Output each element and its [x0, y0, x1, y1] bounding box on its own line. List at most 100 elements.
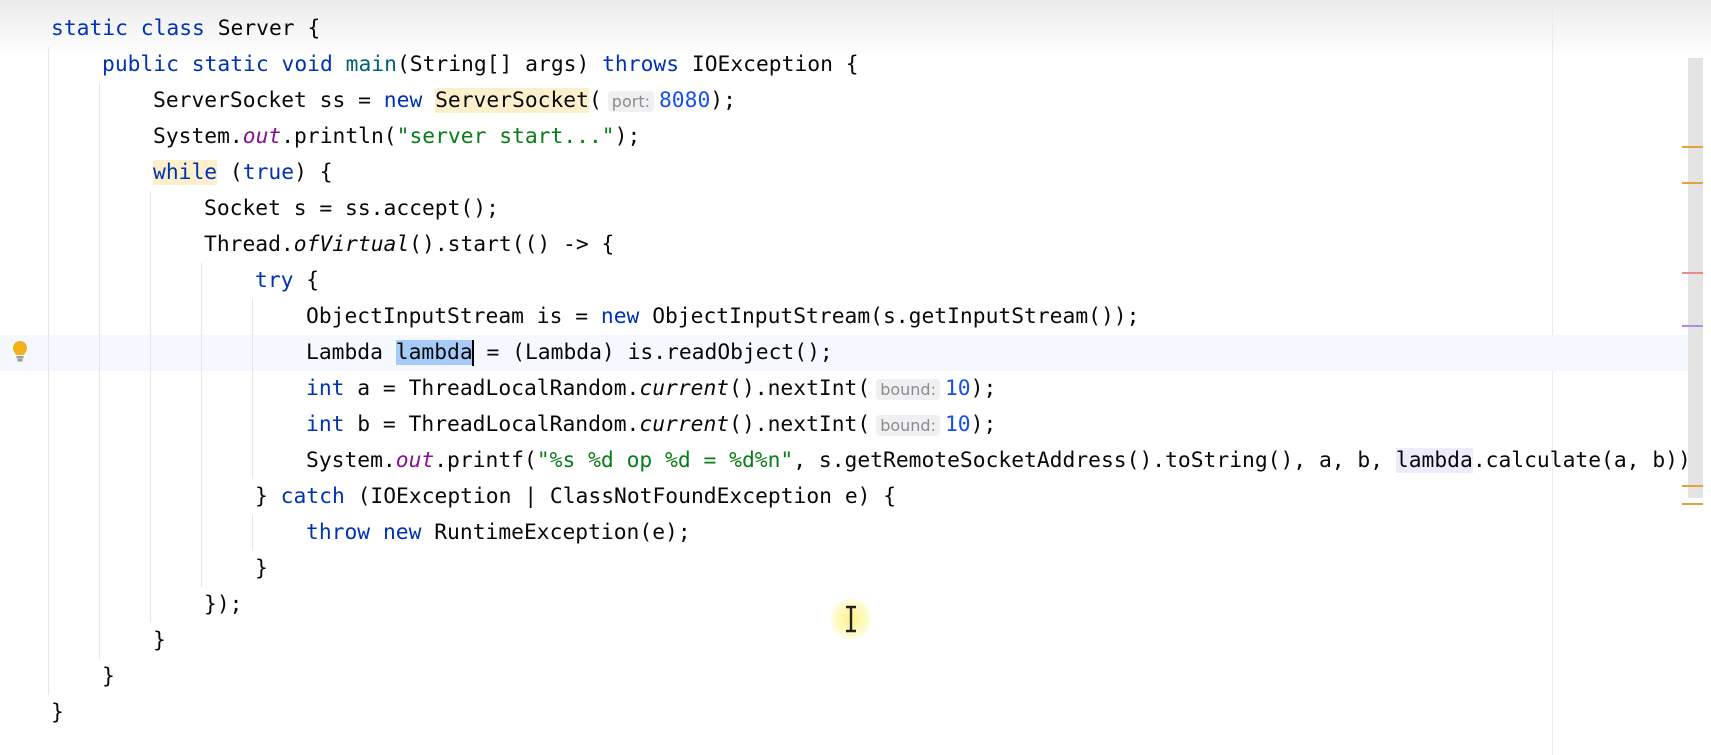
code-line[interactable]: while (true) {	[0, 155, 1680, 191]
string-literal: "server start..."	[396, 124, 615, 149]
code-line[interactable]: throw new RuntimeException(e);	[0, 515, 1680, 551]
indent-guide	[252, 335, 253, 371]
code-line[interactable]: }	[0, 695, 1680, 731]
code-token: Server {	[204, 16, 321, 41]
lightbulb-icon[interactable]	[12, 340, 28, 364]
indent-guide	[150, 227, 151, 263]
code-text: static class Server {	[51, 11, 320, 47]
keyword: static	[191, 52, 269, 77]
scrollbar-marker[interactable]	[1682, 325, 1703, 327]
code-text: int a = ThreadLocalRandom.current().next…	[306, 371, 996, 408]
code-text: System.out.printf("%s %d op %d = %d%n", …	[306, 443, 1691, 479]
keyword: throws	[602, 52, 680, 77]
code-token: Lambda	[306, 340, 396, 365]
code-token: ) {	[294, 160, 333, 185]
code-token: .println(	[281, 124, 397, 149]
scrollbar-marker[interactable]	[1682, 182, 1703, 184]
indent-guide	[99, 119, 100, 155]
code-text: Lambda lambda = (Lambda) is.readObject()…	[306, 335, 833, 371]
indent-guide	[150, 371, 151, 407]
keyword: true	[242, 160, 295, 185]
code-line[interactable]: Thread.ofVirtual().start(() -> {	[0, 227, 1680, 263]
indent-guide	[99, 155, 100, 191]
keyword: int	[306, 412, 345, 437]
indent-guide	[99, 227, 100, 263]
code-line[interactable]: System.out.println("server start...");	[0, 119, 1680, 155]
selected-identifier: lambda	[395, 340, 473, 365]
parameter-hint: bound:	[876, 379, 940, 400]
code-token: (IOException | ClassNotFoundException e)…	[344, 484, 897, 509]
code-line[interactable]: ObjectInputStream is = new ObjectInputSt…	[0, 299, 1680, 335]
scrollbar-marker[interactable]	[1682, 503, 1703, 505]
static-method: current	[639, 412, 730, 437]
code-token: .printf(	[434, 448, 537, 473]
code-token: (	[217, 160, 243, 185]
static-field: out	[395, 448, 435, 473]
indent-guide	[48, 83, 49, 119]
code-line[interactable]: Lambda lambda = (Lambda) is.readObject()…	[0, 335, 1688, 371]
indent-guide	[99, 515, 100, 551]
code-token: Thread.	[204, 232, 294, 257]
indent-guide	[48, 659, 49, 695]
keyword: catch	[280, 484, 345, 509]
static-method: ofVirtual	[293, 232, 410, 257]
code-text: }	[153, 623, 166, 659]
highlighted-identifier: ServerSocket	[435, 88, 589, 113]
indent-guide	[48, 407, 49, 443]
indent-guide	[252, 515, 253, 551]
code-line[interactable]: public static void main(String[] args) t…	[0, 47, 1680, 83]
code-text: public static void main(String[] args) t…	[102, 47, 859, 83]
code-token: });	[204, 592, 243, 617]
indent-guide	[201, 263, 202, 299]
keyword: new	[600, 304, 640, 329]
indent-guide	[48, 335, 49, 371]
code-token: ().start(() -> {	[409, 232, 615, 257]
code-token: System.	[153, 124, 243, 149]
code-token: , s.getRemoteSocketAddress().toString(),…	[793, 448, 1396, 473]
indent-guide	[99, 551, 100, 587]
scrollbar-marker[interactable]	[1682, 485, 1703, 487]
indent-guide	[252, 371, 253, 407]
vertical-scrollbar[interactable]	[1688, 58, 1703, 498]
code-line[interactable]: int b = ThreadLocalRandom.current().next…	[0, 407, 1680, 443]
mouse-cursor-highlight	[830, 598, 872, 640]
code-line[interactable]: }	[0, 659, 1680, 695]
code-line[interactable]: try {	[0, 263, 1680, 299]
code-text: });	[204, 587, 242, 623]
indent-guide	[150, 299, 151, 335]
code-line[interactable]: static class Server {	[0, 11, 1680, 47]
code-text: throw new RuntimeException(e);	[306, 515, 691, 551]
indent-guide	[99, 191, 100, 227]
code-token: Socket s = ss.accept();	[204, 196, 499, 221]
keyword: throw	[306, 520, 371, 545]
scrollbar-marker[interactable]	[1682, 272, 1703, 274]
code-token: }	[255, 556, 268, 581]
code-editor[interactable]: static class Server {public static void …	[0, 0, 1711, 755]
keyword: try	[255, 268, 294, 293]
code-token: b = ThreadLocalRandom.	[344, 412, 640, 437]
code-line[interactable]: int a = ThreadLocalRandom.current().next…	[0, 371, 1680, 407]
indent-guide	[48, 551, 49, 587]
code-token: (String[] args)	[396, 52, 603, 77]
number-literal: 10	[944, 376, 971, 401]
code-token: {	[293, 268, 320, 293]
indent-guide	[150, 587, 151, 623]
code-line[interactable]: System.out.printf("%s %d op %d = %d%n", …	[0, 443, 1691, 479]
indent-guide	[48, 299, 49, 335]
code-token: ObjectInputStream(s.getInputStream());	[639, 304, 1140, 329]
number-literal: 8080	[658, 88, 711, 113]
code-line[interactable]: Socket s = ss.accept();	[0, 191, 1680, 227]
code-token: ObjectInputStream is =	[306, 304, 601, 329]
code-line[interactable]: }	[0, 551, 1680, 587]
code-line[interactable]: ServerSocket ss = new ServerSocket(port:…	[0, 83, 1680, 119]
indent-guide	[48, 371, 49, 407]
indent-guide	[201, 299, 202, 335]
code-line[interactable]: } catch (IOException | ClassNotFoundExce…	[0, 479, 1680, 515]
code-text: Socket s = ss.accept();	[204, 191, 499, 227]
scrollbar-marker[interactable]	[1682, 146, 1703, 148]
code-text: System.out.println("server start...");	[153, 119, 640, 155]
